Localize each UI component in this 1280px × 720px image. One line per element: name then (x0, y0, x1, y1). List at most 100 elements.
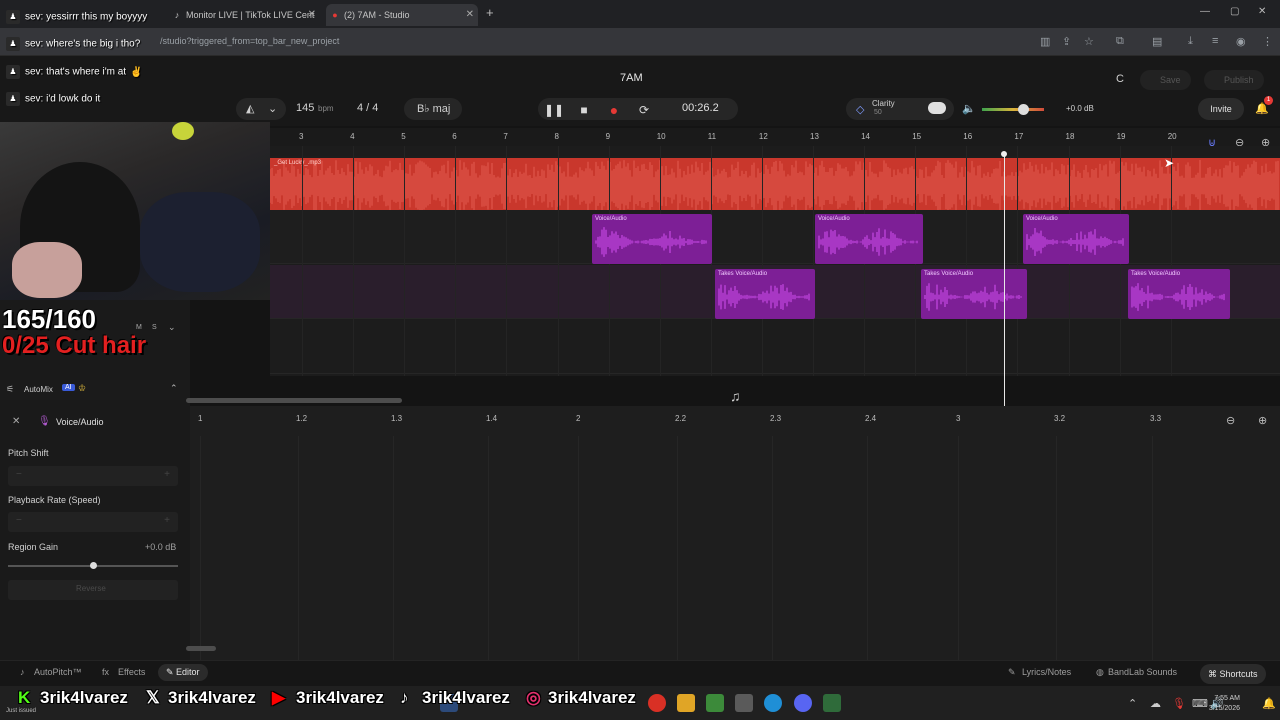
profile-avatar[interactable]: ◉ (1236, 35, 1246, 48)
add-track-music-icon[interactable]: ♫ (730, 388, 741, 404)
new-tab-icon[interactable]: + (486, 5, 494, 20)
metronome-control[interactable]: ◭ ⌄ (236, 98, 286, 120)
menu-list-icon[interactable]: ≡ (1212, 35, 1218, 47)
minus-icon[interactable]: − (16, 469, 22, 480)
plus-icon[interactable]: + (164, 515, 170, 526)
autopitch-button[interactable]: AutoPitch™ (34, 667, 82, 677)
editor-grid-line (1152, 436, 1153, 660)
minus-icon[interactable]: − (16, 515, 22, 526)
reverse-button[interactable]: Reverse (8, 580, 178, 600)
minimize-icon[interactable]: — (1200, 6, 1210, 17)
invite-button[interactable]: Invite (1198, 98, 1244, 120)
region-gain-slider[interactable] (8, 562, 178, 569)
network-icon[interactable]: ⌨ (1192, 697, 1208, 710)
playhead[interactable] (1004, 152, 1005, 406)
sidebar-icon[interactable]: ▤ (1152, 35, 1162, 48)
obs-icon[interactable] (823, 694, 841, 712)
edge-icon[interactable] (764, 694, 782, 712)
editor-track-name: Voice/Audio (56, 417, 104, 427)
stop-icon[interactable]: ■ (573, 100, 595, 120)
speaker-icon[interactable]: 🔈 (962, 102, 976, 115)
effects-button[interactable]: Effects (118, 667, 145, 677)
volume-knob[interactable] (1018, 104, 1029, 115)
url-text[interactable]: /studio?triggered_from=top_bar_new_proje… (160, 36, 339, 46)
maximize-icon[interactable]: ▢ (1230, 6, 1239, 17)
download-icon[interactable]: ⤓ (1188, 35, 1193, 48)
editor-zoom-out-icon[interactable]: ⊖ (1226, 414, 1235, 427)
notification-tray-icon[interactable]: 🔔 (1262, 697, 1276, 710)
voice-clip[interactable]: Voice/Audio (815, 214, 923, 264)
editor-zoom-in-icon[interactable]: ⊕ (1258, 414, 1267, 427)
bookmark-star-icon[interactable]: ☆ (1084, 35, 1094, 48)
editor-button[interactable]: ✎ Editor (158, 664, 208, 681)
close-window-icon[interactable]: ✕ (1258, 6, 1266, 17)
playback-rate-label: Playback Rate (Speed) (8, 495, 101, 505)
editor-ruler-number: 1.3 (391, 414, 403, 423)
key-control[interactable]: B♭ maj (404, 98, 462, 120)
close-icon[interactable]: ✕ (308, 4, 316, 26)
playback-rate-stepper[interactable]: − + (8, 512, 178, 532)
time-signature[interactable]: 4 / 4 (357, 102, 378, 114)
master-volume-slider[interactable] (982, 104, 1044, 115)
clarity-toggle[interactable] (928, 102, 946, 114)
save-button[interactable]: Save (1140, 70, 1191, 90)
timeline-scrollbar[interactable] (186, 398, 402, 403)
mic-tray-icon[interactable]: 🎙 (1172, 697, 1186, 710)
discord-icon[interactable] (794, 694, 812, 712)
grid-line (1017, 146, 1019, 376)
editor-ruler-number: 2 (576, 414, 581, 423)
solo-button[interactable]: S (152, 324, 157, 331)
pitch-shift-stepper[interactable]: − + (8, 466, 178, 486)
track-lane-empty[interactable] (270, 320, 1280, 374)
extensions-icon[interactable]: ⧉ (1116, 35, 1124, 48)
instagram-icon: ◎ (526, 688, 541, 707)
editor-timeline[interactable]: ⊖ ⊕ 1 1.2 1.3 1.4 2 2.2 2.3 2.4 3 3.2 3.3 (190, 406, 1280, 660)
ruler-bar-number: 16 (963, 132, 973, 141)
pause-icon[interactable]: ❚❚ (543, 100, 565, 120)
share-icon[interactable]: ⇪ (1062, 35, 1071, 48)
editor-scrollbar[interactable] (186, 646, 216, 651)
editor-ruler-number: 1 (198, 414, 203, 423)
folder-icon[interactable] (677, 694, 695, 712)
automix-bar[interactable]: ⚟ AutoMix AI ♔ ⌃ (0, 380, 190, 400)
project-title[interactable]: 7AM (620, 72, 643, 84)
more-menu-icon[interactable]: ⋮ (1262, 35, 1273, 48)
editor-grid-line (958, 436, 959, 660)
voice-clip[interactable]: Voice/Audio (1023, 214, 1129, 264)
publish-button[interactable]: Publish (1204, 70, 1264, 90)
clock[interactable]: 7:55 AM 3/15/2026 (1209, 694, 1240, 714)
takes-clip[interactable]: Takes Voice/Audio (715, 269, 815, 319)
store-icon[interactable] (735, 694, 753, 712)
region-gain-knob[interactable] (90, 562, 97, 569)
chevron-down-icon[interactable]: ⌄ (268, 102, 277, 115)
mute-button[interactable]: M (136, 324, 142, 331)
chevron-down-icon[interactable]: ⌄ (168, 322, 176, 333)
plus-icon[interactable]: + (164, 469, 170, 480)
loop-icon[interactable]: ⟳ (633, 100, 655, 120)
close-icon[interactable]: ✕ (466, 4, 474, 26)
bpm-value[interactable]: 145 (296, 102, 314, 114)
chevron-up-icon[interactable]: ⌃ (170, 383, 178, 394)
close-editor-icon[interactable]: ✕ (12, 416, 20, 427)
tab-tiktok[interactable]: ♪ Monitor LIVE | TikTok LIVE Cent ✕ (168, 4, 320, 26)
playhead-marker[interactable] (1001, 151, 1007, 157)
takes-clip[interactable]: Takes Voice/Audio (921, 269, 1027, 319)
timeline-ruler[interactable]: 3 4 5 6 7 8 9 10 11 12 13 14 15 16 17 18 19 20 (270, 128, 1280, 146)
shortcuts-button[interactable]: ⌘ Shortcuts (1200, 664, 1266, 684)
reader-icon[interactable]: ▥ (1040, 35, 1050, 48)
lyrics-notes-button[interactable]: Lyrics/Notes (1022, 667, 1071, 677)
record-icon[interactable]: ● (603, 100, 625, 120)
chrome-icon[interactable] (648, 694, 666, 712)
minecraft-icon[interactable] (706, 694, 724, 712)
takes-clip[interactable]: Takes Voice/Audio (1128, 269, 1230, 319)
bandlab-sounds-button[interactable]: BandLab Sounds (1108, 667, 1177, 677)
clarity-label: Clarity (872, 99, 895, 108)
voice-clip[interactable]: Voice/Audio (592, 214, 712, 264)
tray-chevron-icon[interactable]: ⌃ (1128, 697, 1137, 710)
ai-badge: AI (62, 384, 75, 391)
cloud-icon[interactable]: ☁ (1150, 697, 1161, 710)
song-region[interactable]: _Get Lucky_.mp3 (270, 158, 1280, 210)
ruler-bar-number: 10 (656, 132, 666, 141)
tab-studio[interactable]: ● (2) 7AM - Studio ✕ (326, 4, 478, 26)
tracks-area[interactable]: _Get Lucky_.mp3 Voice/Audio Voice/Audio Vo… (270, 146, 1280, 376)
